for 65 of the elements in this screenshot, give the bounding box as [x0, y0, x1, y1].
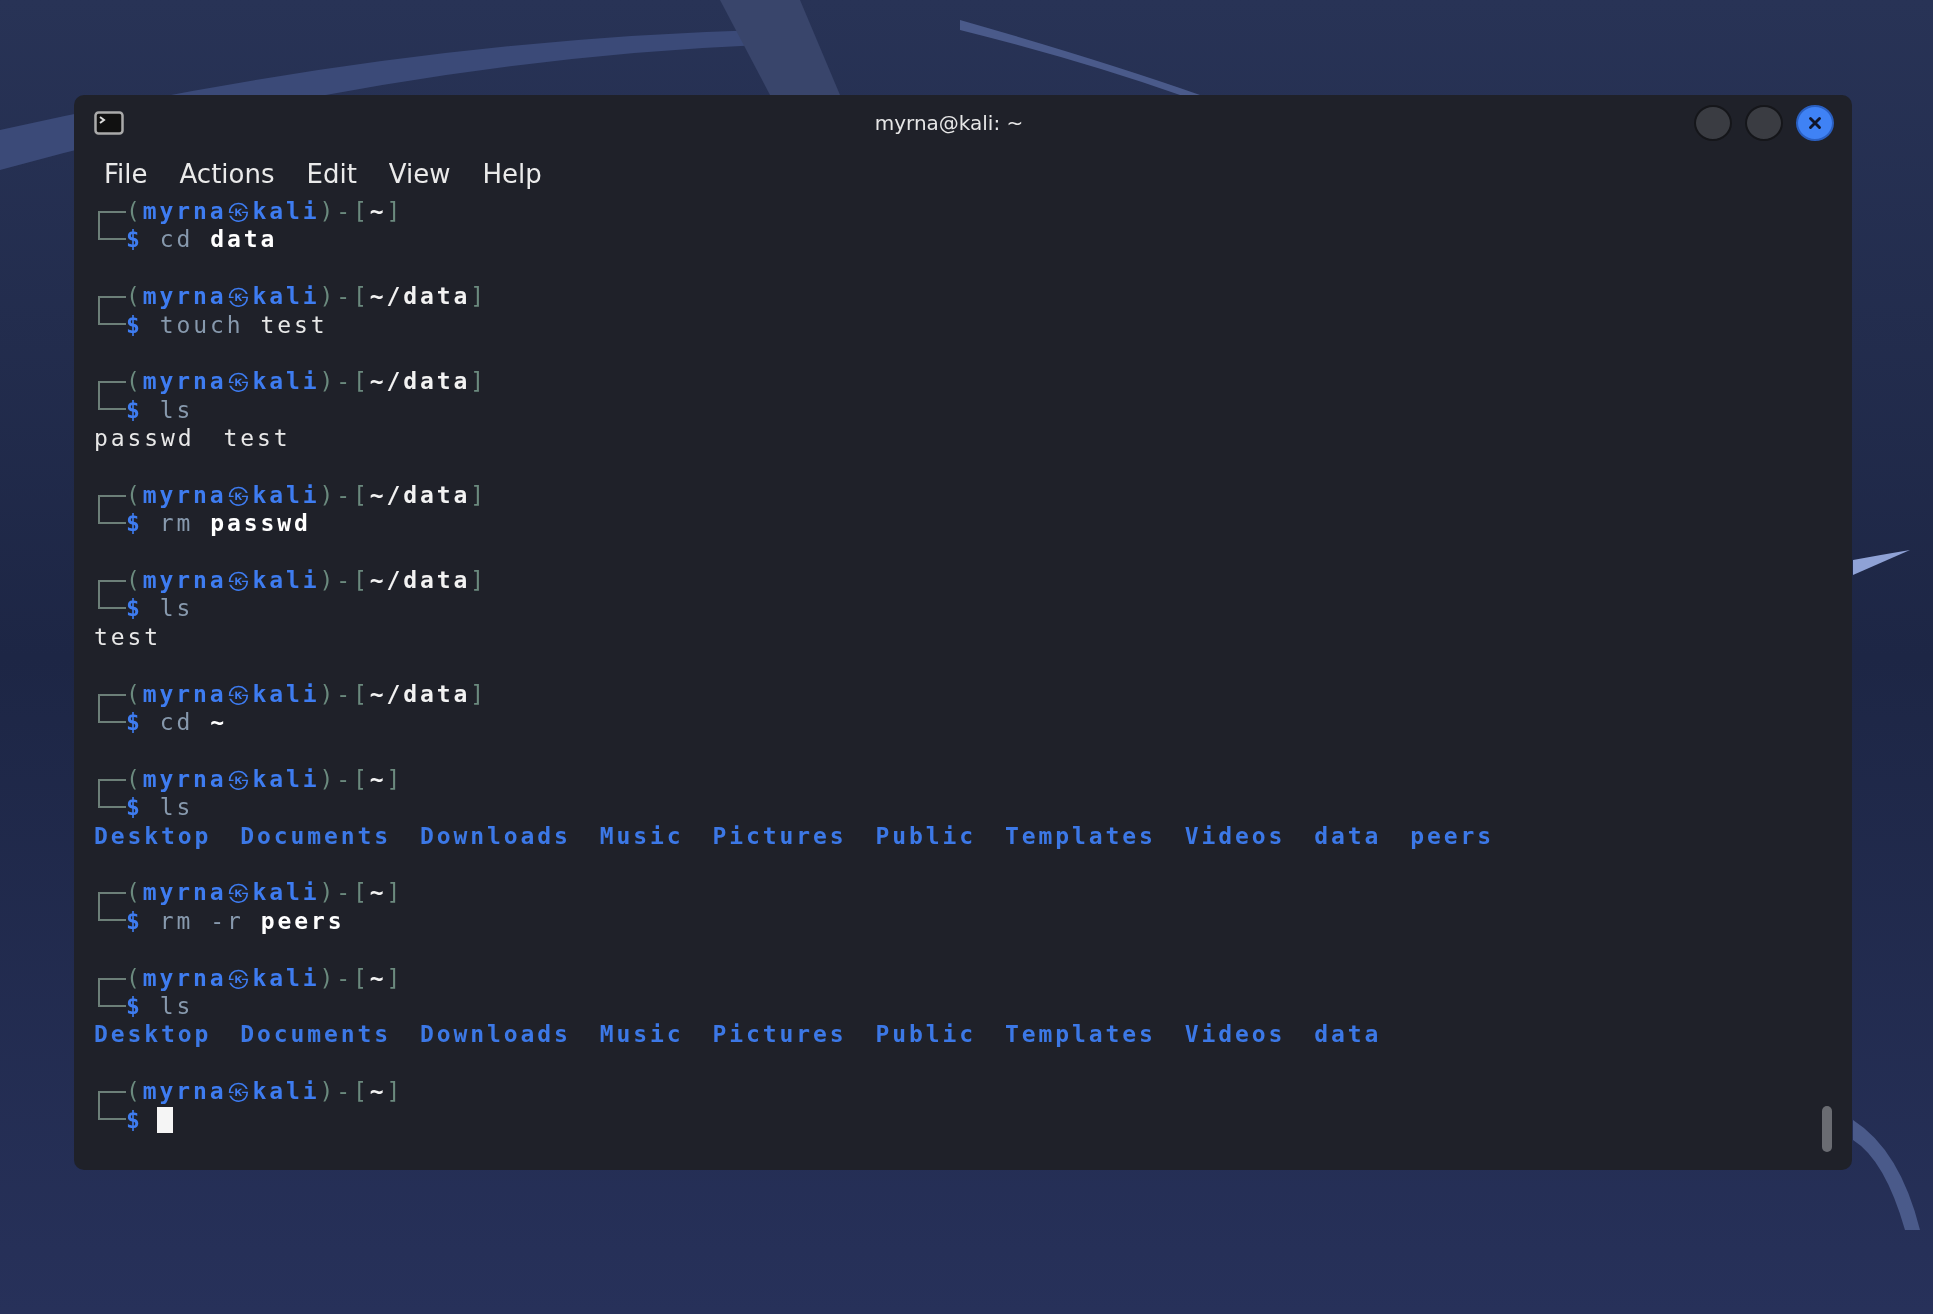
menu-item[interactable]: Edit [306, 159, 357, 189]
file-name: passwd [94, 424, 195, 453]
prompt-bracket-drawing [98, 580, 126, 610]
directory-name: Videos [1184, 1020, 1286, 1049]
command-line: $ cd data [126, 225, 278, 254]
directory-name: Desktop [94, 821, 212, 850]
directory-name: Music [599, 1020, 684, 1049]
menu-item[interactable]: View [388, 159, 451, 189]
menu-item[interactable]: Help [482, 159, 542, 189]
prompt: (myrna㉿kali)-[~] [126, 963, 404, 992]
prompt-bracket-drawing [98, 778, 126, 808]
directory-name: Documents [240, 821, 391, 850]
maximize-button[interactable] [1745, 105, 1783, 141]
directory-name: Public [875, 821, 976, 850]
command-line: $ cd ~ [126, 708, 227, 737]
file-name: test [223, 424, 291, 453]
prompt: (myrna㉿kali)-[~] [126, 878, 404, 907]
command-line: $ ls [126, 594, 194, 623]
prompt: (myrna㉿kali)-[~] [126, 197, 404, 226]
prompt-bracket-drawing [98, 494, 126, 524]
prompt-bracket-drawing [98, 1091, 126, 1121]
menu-item[interactable]: Actions [179, 159, 275, 189]
command-line: $ ls [126, 991, 194, 1021]
directory-name: Templates [1004, 821, 1156, 850]
command-line: $ touch test [126, 310, 328, 339]
directory-name: Desktop [94, 1020, 212, 1049]
prompt-bracket-drawing [98, 296, 126, 326]
window-title: myrna@kali: ~ [874, 111, 1024, 135]
minimize-button[interactable] [1694, 105, 1732, 141]
directory-name: Music [599, 821, 684, 850]
directory-name: data [1314, 821, 1382, 850]
directory-name: Pictures [712, 1020, 847, 1049]
prompt: (myrna㉿kali)-[~/data] [126, 679, 487, 709]
directory-name: Pictures [712, 821, 847, 850]
menu-item[interactable]: File [104, 159, 148, 189]
directory-name: Videos [1184, 821, 1286, 850]
prompt: (myrna㉿kali)-[~/data] [126, 282, 487, 311]
prompt-bracket-drawing [98, 211, 126, 240]
scrollbar-thumb[interactable] [1822, 1106, 1832, 1152]
command-line: $ ls [126, 395, 194, 425]
directory-name: Downloads [419, 821, 571, 850]
command-line: $ rm -r peers [126, 906, 345, 936]
command-line: $ rm passwd [126, 509, 311, 538]
prompt: (myrna㉿kali)-[~/data] [126, 480, 487, 510]
directory-name: Documents [240, 1020, 391, 1049]
close-button[interactable] [1796, 105, 1834, 141]
directory-name: Downloads [419, 1020, 571, 1049]
command-line: $ [126, 1105, 143, 1134]
directory-name: Templates [1004, 1020, 1156, 1049]
prompt: (myrna㉿kali)-[~/data] [126, 367, 487, 396]
prompt: (myrna㉿kali)-[~] [126, 764, 404, 794]
prompt-bracket-drawing [98, 381, 126, 411]
directory-name: peers [1410, 821, 1494, 850]
prompt-bracket-drawing [98, 693, 126, 723]
close-icon [1806, 114, 1824, 132]
file-name: test [94, 622, 161, 652]
command-line: $ ls [126, 793, 194, 822]
directory-name: data [1314, 1020, 1382, 1049]
directory-name: Public [875, 1020, 976, 1049]
terminal-icon [94, 111, 124, 135]
prompt-bracket-drawing [98, 892, 126, 922]
wallpaper-stripe [1853, 550, 1910, 575]
prompt: (myrna㉿kali)-[~/data] [126, 566, 487, 595]
prompt-bracket-drawing [98, 977, 126, 1007]
prompt: (myrna㉿kali)-[~] [126, 1077, 404, 1106]
